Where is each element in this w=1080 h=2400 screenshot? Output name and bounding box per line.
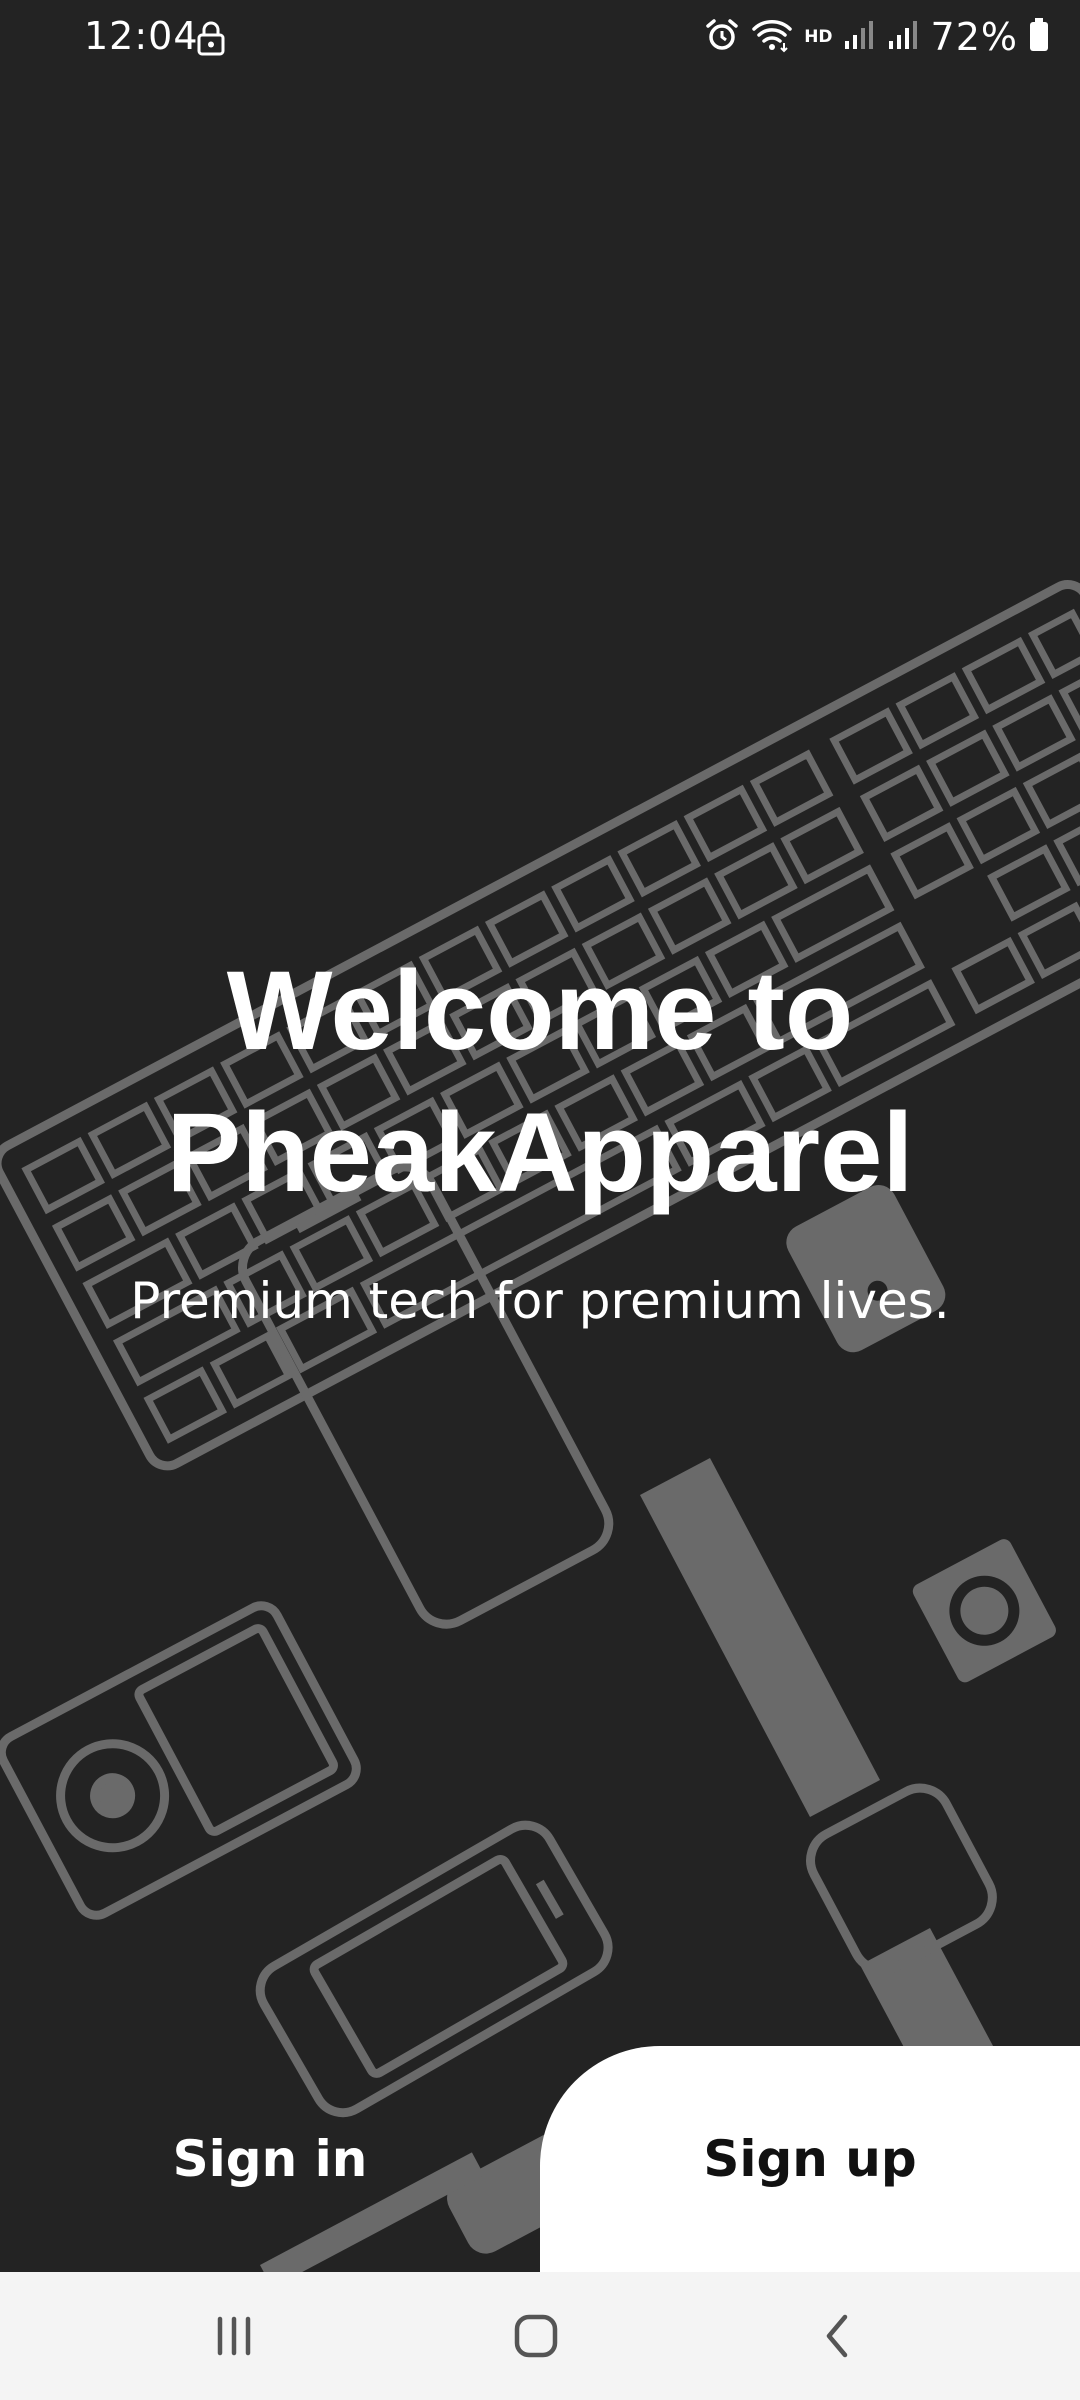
alarm-icon	[704, 17, 740, 57]
status-icons: HD 72%	[704, 12, 1050, 62]
network-type-label: HD	[804, 27, 833, 47]
welcome-title-line2: PheakApparel	[166, 1090, 914, 1215]
status-time: 12:04	[84, 14, 199, 58]
back-icon	[826, 2314, 848, 2358]
welcome-title-line1: Welcome to	[226, 948, 854, 1073]
welcome-title: Welcome to PheakApparel	[0, 940, 1080, 1224]
status-bar: 12:04 HD 72%	[0, 0, 1080, 80]
battery-icon	[1028, 17, 1050, 57]
back-button[interactable]	[778, 2296, 898, 2376]
home-icon	[514, 2314, 558, 2358]
battery-percent: 72%	[930, 15, 1018, 59]
signal-icon	[843, 19, 877, 55]
recent-apps-button[interactable]	[174, 2296, 294, 2376]
sign-in-label: Sign in	[172, 2130, 368, 2188]
home-button[interactable]	[476, 2296, 596, 2376]
signal-icon	[887, 19, 921, 55]
music-player-illustration	[0, 1601, 361, 1920]
system-navigation-bar	[0, 2272, 1080, 2400]
welcome-screen: 12:04 HD 72% Welcome to PheakApparel Pre…	[0, 0, 1080, 2400]
sign-up-label: Sign up	[703, 2130, 917, 2188]
welcome-tagline: Premium tech for premium lives.	[130, 1272, 950, 1330]
sign-in-button[interactable]: Sign in	[0, 2046, 540, 2272]
wifi-icon	[750, 17, 794, 57]
lock-icon	[196, 20, 226, 60]
sign-up-button[interactable]: Sign up	[540, 2046, 1080, 2272]
recent-apps-icon	[217, 2316, 251, 2356]
